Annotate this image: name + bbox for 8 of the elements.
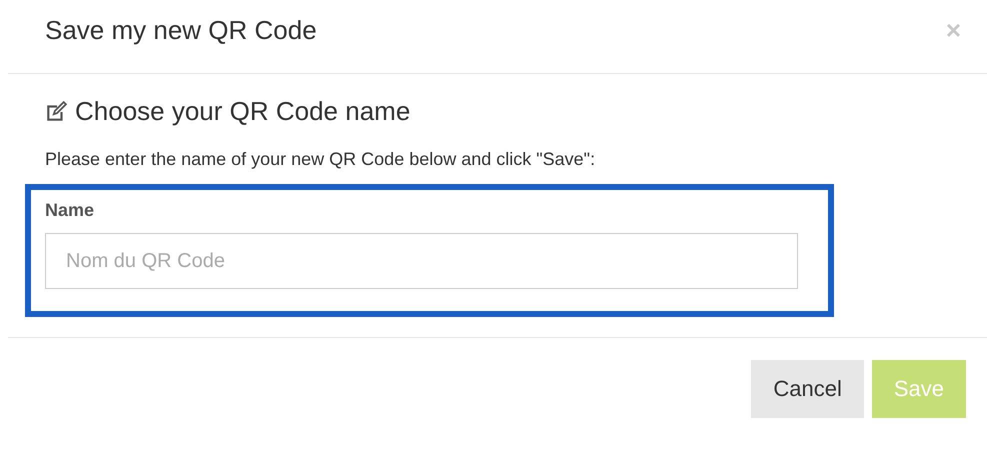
name-input-field[interactable]: Nom du QR Code <box>45 233 798 289</box>
instruction-text: Please enter the name of your new QR Code below and click "Save": <box>45 149 596 170</box>
close-button[interactable]: × <box>946 15 961 46</box>
cancel-button[interactable]: Cancel <box>751 360 864 418</box>
edit-icon <box>45 100 67 122</box>
field-label: Name <box>45 200 96 221</box>
section-heading: Choose your QR Code name <box>75 96 410 127</box>
modal-title: Save my new QR Code <box>45 15 317 46</box>
